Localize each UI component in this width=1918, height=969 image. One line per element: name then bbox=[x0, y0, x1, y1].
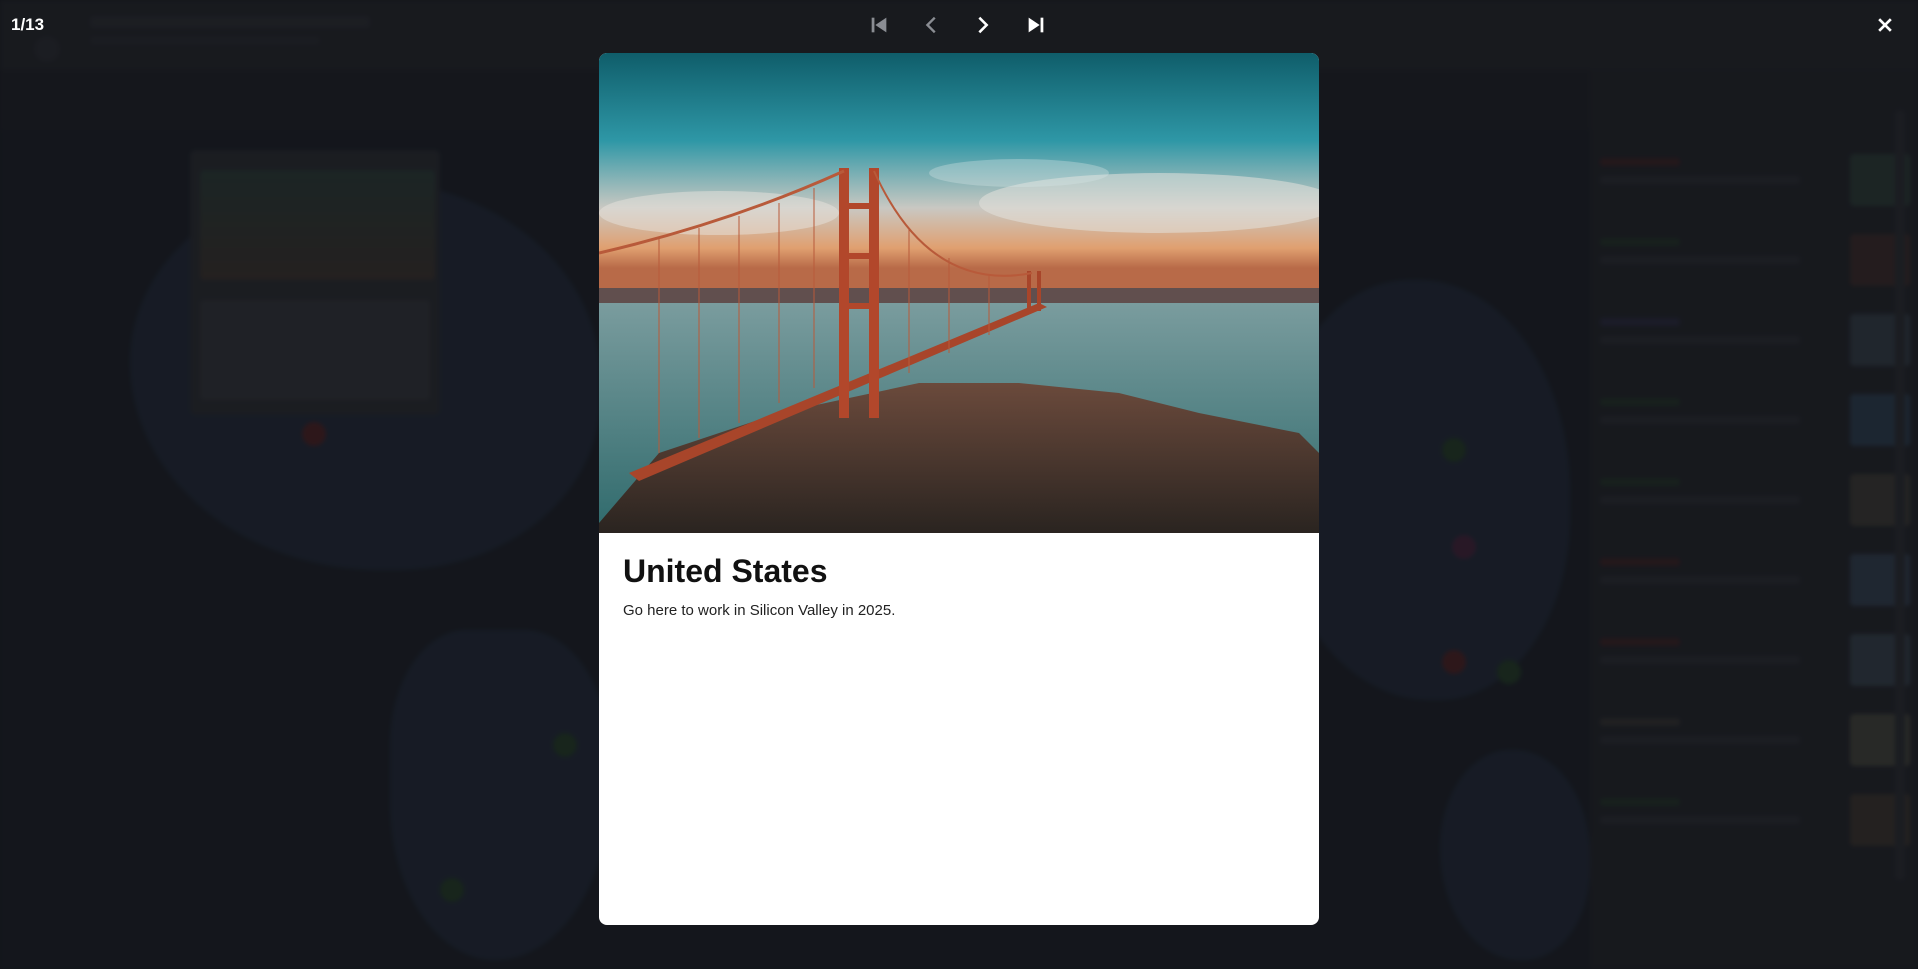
next-slide-button[interactable] bbox=[968, 10, 998, 40]
slide-counter: 1/13 bbox=[11, 15, 45, 34]
skip-to-first-icon bbox=[871, 17, 887, 33]
lightbox-toolbar: 1/13 bbox=[0, 0, 1918, 50]
first-slide-button[interactable] bbox=[864, 10, 894, 40]
skip-to-last-icon bbox=[1028, 17, 1044, 33]
chevron-left-icon bbox=[925, 16, 936, 34]
last-slide-button[interactable] bbox=[1021, 10, 1051, 40]
card-title: United States bbox=[623, 553, 828, 589]
lightbox-card: United States Go here to work in Silicon… bbox=[599, 53, 1319, 925]
close-lightbox-button[interactable] bbox=[1870, 10, 1900, 40]
previous-slide-button[interactable] bbox=[917, 10, 947, 40]
chevron-right-icon bbox=[978, 16, 989, 34]
close-icon bbox=[1878, 18, 1892, 32]
card-description: Go here to work in Silicon Valley in 202… bbox=[623, 602, 896, 619]
golden-gate-bridge-photo bbox=[599, 53, 1319, 533]
